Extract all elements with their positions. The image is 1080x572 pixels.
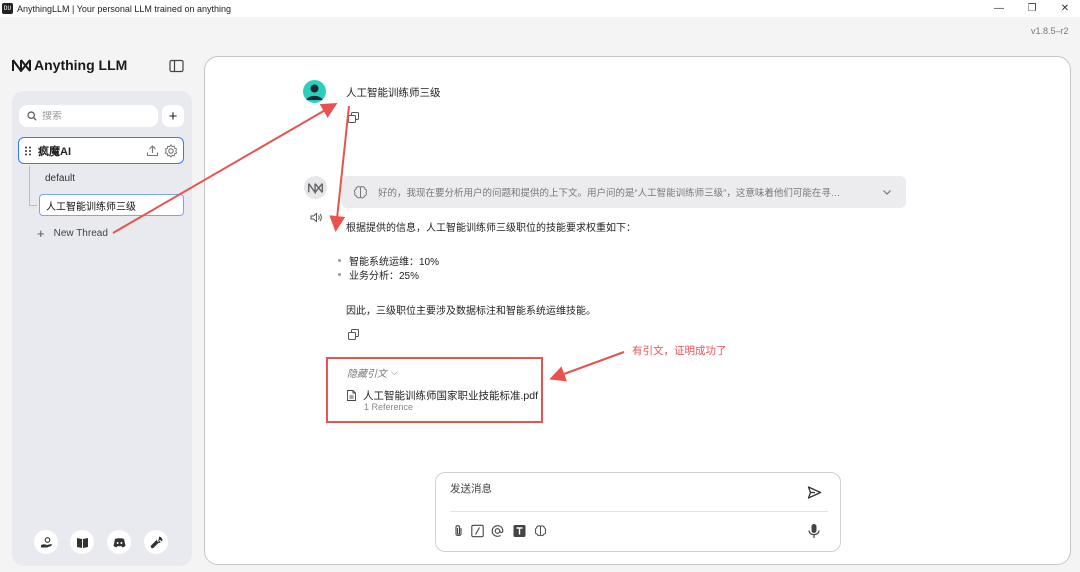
send-icon[interactable] bbox=[807, 485, 822, 500]
community-hub-button[interactable] bbox=[34, 530, 58, 554]
thought-preview-text: 好的，我现在要分析用户的问题和提供的上下文。用户问的是“人工智能训练师三级”，这… bbox=[378, 188, 841, 199]
bullet-text: 智能系统运维：10% bbox=[349, 257, 440, 268]
thread-tree-line bbox=[29, 166, 31, 206]
anythingllm-logo-icon bbox=[12, 58, 31, 72]
settings-button[interactable] bbox=[144, 530, 168, 554]
maximize-button[interactable]: ❐ bbox=[1014, 0, 1050, 17]
citations-toggle[interactable]: 隐藏引文 ⌵ bbox=[347, 365, 398, 380]
mention-icon[interactable] bbox=[491, 524, 504, 538]
answer-conclusion: 因此，三级职位主要涉及数据标注和智能系统运维技能。 bbox=[346, 306, 596, 317]
docs-book-icon bbox=[76, 537, 88, 548]
discord-button[interactable] bbox=[107, 530, 131, 554]
sidebar-toggle-icon[interactable] bbox=[169, 59, 184, 73]
docs-button[interactable] bbox=[70, 530, 94, 554]
chevron-down-icon: ⌵ bbox=[391, 367, 398, 377]
version-label: v1.8.5–r2 bbox=[1031, 26, 1069, 36]
user-message: 人工智能训练师三级 bbox=[346, 87, 441, 99]
brain-icon bbox=[353, 185, 368, 198]
settings-wrench-icon bbox=[150, 536, 162, 548]
thread-item-default[interactable]: default bbox=[45, 173, 75, 184]
slash-command-icon[interactable] bbox=[471, 524, 484, 538]
file-icon bbox=[347, 390, 356, 401]
thought-summary-bar[interactable]: 好的，我现在要分析用户的问题和提供的上下文。用户问的是“人工智能训练师三级”，这… bbox=[341, 176, 906, 208]
bullet-dot bbox=[338, 273, 341, 276]
text-format-icon[interactable] bbox=[513, 524, 526, 538]
citation-reference-count: 1 Reference bbox=[364, 402, 414, 412]
annotation-label: 有引文，证明成功了 bbox=[632, 345, 727, 357]
plus-icon: + bbox=[37, 226, 45, 241]
user-avatar bbox=[303, 80, 326, 103]
citations-toggle-label: 隐藏引文 bbox=[347, 369, 387, 380]
speaker-icon[interactable] bbox=[310, 212, 322, 223]
close-button[interactable]: ✕ bbox=[1047, 0, 1080, 17]
composer-divider bbox=[450, 511, 828, 512]
new-thread-button[interactable]: + New Thread bbox=[37, 226, 108, 241]
workspace-item[interactable]: 疯魔AI bbox=[18, 137, 184, 164]
gear-icon[interactable] bbox=[164, 144, 178, 158]
citation-file-name[interactable]: 人工智能训练师国家职业技能标准.pdf bbox=[363, 388, 538, 403]
message-composer bbox=[435, 472, 841, 552]
message-input[interactable] bbox=[450, 483, 780, 495]
community-hub-icon bbox=[40, 536, 52, 547]
upload-icon[interactable] bbox=[146, 144, 159, 157]
microphone-icon[interactable] bbox=[807, 523, 821, 539]
user-avatar-icon bbox=[306, 84, 323, 100]
answer-bullet: 业务分析：25% bbox=[338, 267, 419, 282]
agent-brain-icon[interactable] bbox=[534, 524, 547, 538]
answer-intro: 根据提供的信息，人工智能训练师三级职位的技能要求权重如下： bbox=[346, 223, 636, 234]
brand-name: Anything LLM bbox=[34, 57, 128, 73]
copy-icon[interactable] bbox=[348, 112, 359, 123]
window-titlebar: DU AnythingLLM | Your personal LLM train… bbox=[0, 0, 1080, 17]
drag-handle-icon[interactable] bbox=[24, 146, 32, 156]
attachment-icon[interactable] bbox=[452, 524, 465, 538]
new-workspace-button[interactable]: + bbox=[162, 105, 184, 127]
workspace-name: 疯魔AI bbox=[38, 145, 71, 158]
thread-item-active[interactable]: 人工智能训练师三级 bbox=[39, 194, 184, 216]
anythingllm-logo-icon bbox=[307, 182, 324, 194]
window-title: AnythingLLM | Your personal LLM trained … bbox=[17, 3, 231, 14]
search-icon bbox=[27, 111, 37, 121]
bullet-dot bbox=[338, 259, 341, 262]
copy-icon[interactable] bbox=[348, 329, 359, 340]
new-thread-label: New Thread bbox=[53, 228, 108, 239]
assistant-avatar bbox=[304, 176, 327, 199]
search-input[interactable] bbox=[42, 110, 152, 122]
minimize-button[interactable]: — bbox=[981, 0, 1017, 17]
answer-bullet: 智能系统运维：10% bbox=[338, 253, 439, 268]
app-icon: DU bbox=[2, 3, 13, 14]
bullet-text: 业务分析：25% bbox=[349, 271, 420, 282]
brand: Anything LLM bbox=[12, 57, 127, 73]
search-box[interactable] bbox=[19, 105, 158, 127]
thread-tree-branch bbox=[29, 205, 37, 206]
chevron-down-icon[interactable] bbox=[882, 187, 892, 197]
discord-icon bbox=[113, 537, 125, 547]
